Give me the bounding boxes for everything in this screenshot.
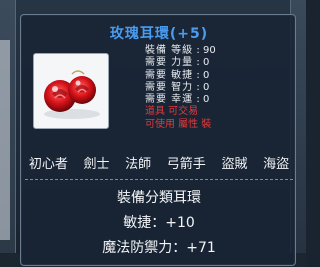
stat-dex: 敏捷：+10 [123,215,195,231]
usable-note-text: 可使用 屬性 裝 [145,118,212,130]
item-icon-slot [33,53,109,129]
tradable-note-text: 道具 可交易 [145,106,199,118]
requirement-row: 需要 敏捷 : 0 [145,70,285,82]
background-panel [0,40,10,240]
requirement-colon: : [196,57,200,69]
requirement-label: 需要 幸運 [145,94,194,106]
rose-earring-icon [44,70,100,119]
item-title: 玫瑰耳環(+5) [21,23,297,43]
requirement-value: 90 [203,45,216,56]
requirement-label: 需要 力量 [145,57,194,69]
item-requirements: 裝備 等級 : 90 需要 力量 : 0 需要 敏捷 : 0 需要 智力 : 0… [145,45,285,131]
item-tooltip: 玫瑰耳環(+5) 裝備 等級: 90 需要 力量: 0 需要 敏捷: 0 … [20,14,296,266]
divider [25,179,293,180]
requirement-row: 裝備 等級 : 90 [145,45,285,57]
requirement-value: 0 [203,69,210,81]
requirement-colon: : [196,94,200,106]
job-thief: 盜賊 [221,157,248,172]
job-magician: 法師 [125,157,152,172]
item-category: 裝備分類耳環 [117,190,201,206]
requirement-value: 0 [203,81,210,93]
requirement-colon: : [196,69,200,81]
requirement-colon: : [196,81,200,93]
requirement-row: 需要 力量 : 0 [145,57,285,69]
requirement-colon: : [196,45,200,56]
usable-note: 可使用 屬性 裝 [145,119,285,131]
job-list: 初心者 劍士 法師 弓箭手 盜賊 海盜 [21,153,297,172]
job-beginner: 初心者 [28,157,68,172]
game-screen: 玫瑰耳環(+5) 裝備 等級: 90 需要 力量: 0 需要 敏捷: 0 … [0,0,306,267]
requirement-label: 需要 智力 [145,81,194,93]
item-enhance: (+5) [169,26,209,42]
tradable-note: 道具 可交易 [145,106,285,118]
requirement-row: 需要 智力 : 0 [145,82,285,94]
requirement-value: 0 [203,94,210,106]
item-name: 玫瑰耳環 [109,26,170,42]
job-bowman: 弓箭手 [166,157,206,172]
requirement-label: 需要 敏捷 [145,69,194,81]
requirement-label: 裝備 等級 [145,45,194,56]
job-warrior: 劍士 [83,157,110,172]
stat-magic-defense: 魔法防禦力：+71 [102,240,216,256]
job-pirate: 海盜 [263,157,290,172]
requirement-value: 0 [203,57,210,69]
requirement-row: 需要 幸運 : 0 [145,94,285,106]
